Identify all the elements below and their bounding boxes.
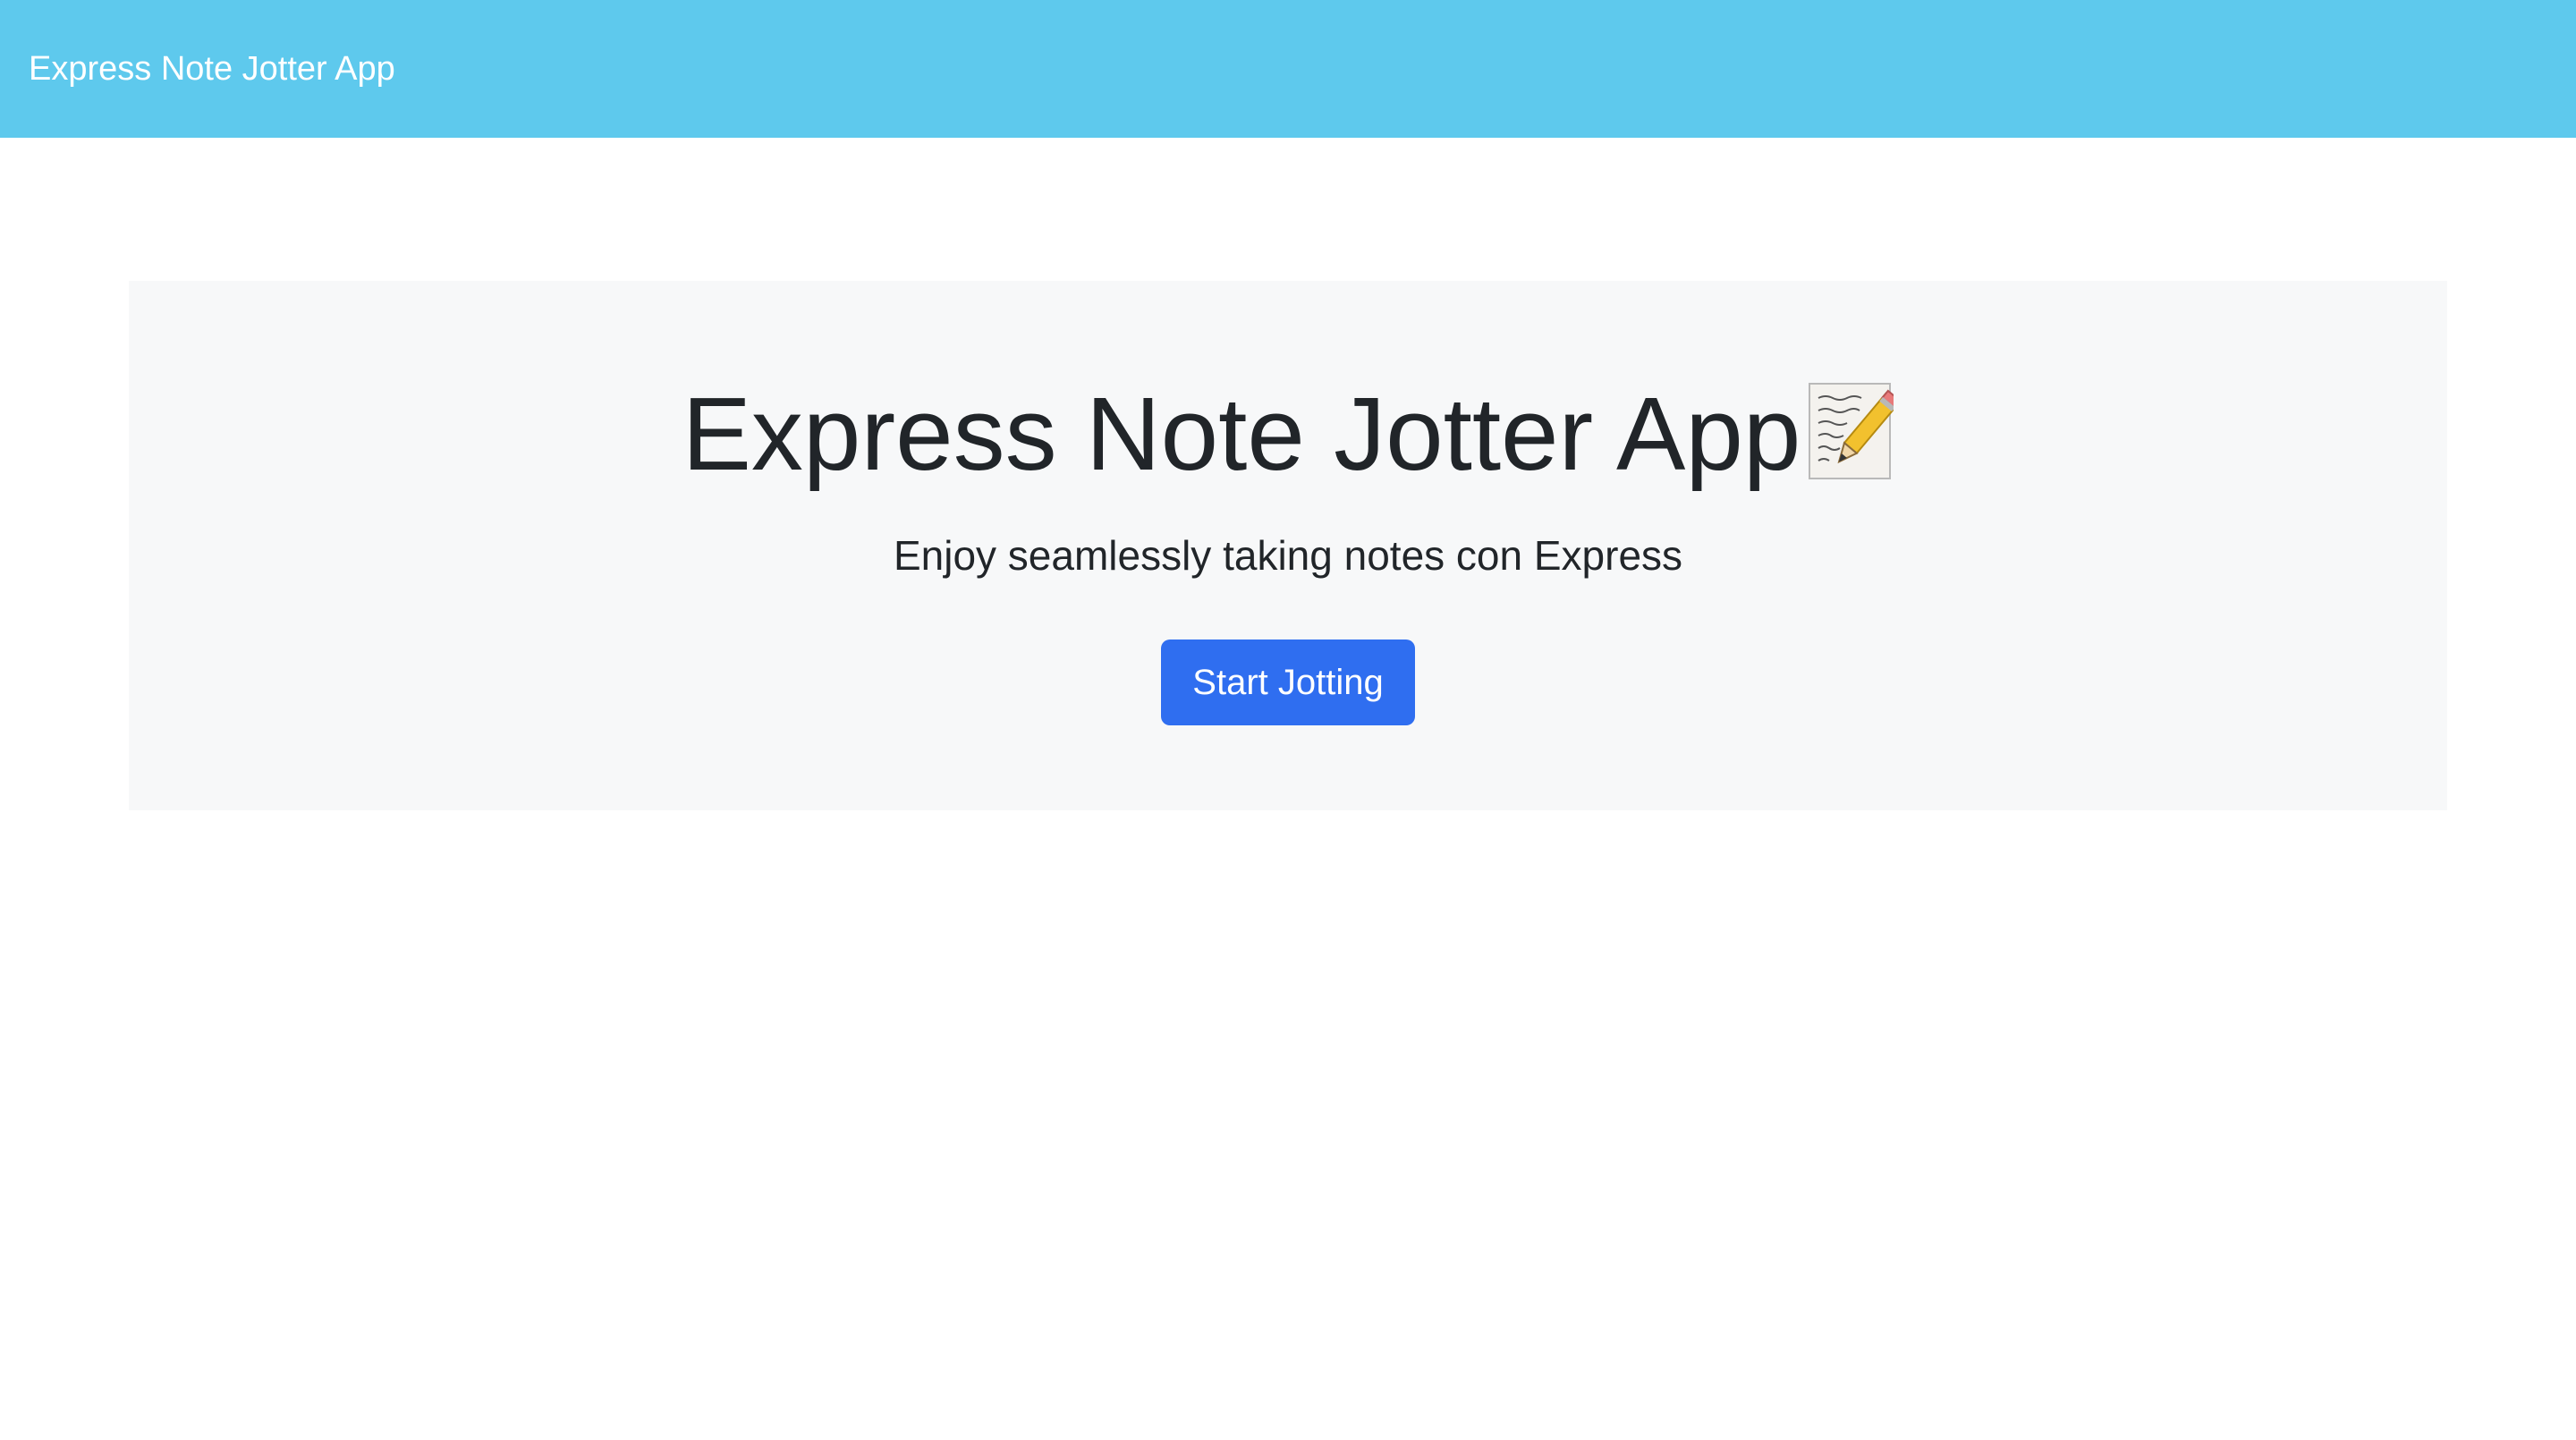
start-jotting-button[interactable]: Start Jotting bbox=[1161, 640, 1415, 725]
hero-title: Express Note Jotter App bbox=[129, 367, 2447, 501]
top-navbar: Express Note Jotter App bbox=[0, 0, 2576, 138]
hero-jumbotron: Express Note Jotter App Enjoy seamlessly… bbox=[129, 281, 2447, 810]
hero-subtitle: Enjoy seamlessly taking notes con Expres… bbox=[893, 532, 1683, 579]
navbar-brand-link[interactable]: Express Note Jotter App bbox=[29, 0, 395, 138]
hero-title-text: Express Note Jotter App bbox=[682, 376, 1801, 492]
memo-pencil-icon bbox=[1808, 379, 1902, 479]
